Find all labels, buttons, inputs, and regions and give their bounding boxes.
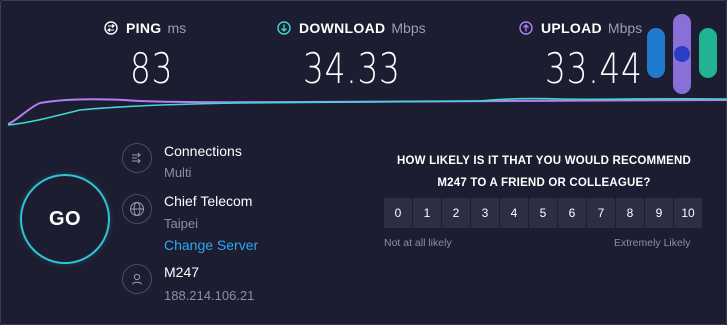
server-name: Chief Telecom <box>164 193 253 209</box>
upload-metric: UPLOAD Mbps 33.44 <box>519 18 643 93</box>
connections-mode: Multi <box>164 165 192 180</box>
upload-unit: Mbps <box>607 20 643 36</box>
user-icon <box>122 264 152 294</box>
survey-question-line-2: M247 TO A FRIEND OR COLLEAGUE? <box>437 177 651 189</box>
rating-button-3[interactable]: 3 <box>471 198 499 228</box>
rating-button-4[interactable]: 4 <box>500 198 528 228</box>
globe-icon <box>122 194 152 224</box>
survey-question: HOW LIKELY IS IT THAT YOU WOULD RECOMMEN… <box>384 150 704 194</box>
server-location: Taipei <box>164 216 198 231</box>
upload-label: UPLOAD <box>541 20 602 36</box>
rating-button-8[interactable]: 8 <box>616 198 644 228</box>
download-icon <box>277 21 291 35</box>
speed-graph <box>7 97 727 126</box>
isp-name: M247 <box>164 264 200 280</box>
upload-graph-line <box>7 98 727 125</box>
rating-button-5[interactable]: 5 <box>529 198 557 228</box>
rating-button-7[interactable]: 7 <box>587 198 615 228</box>
rating-button-2[interactable]: 2 <box>442 198 470 228</box>
rating-button-1[interactable]: 1 <box>413 198 441 228</box>
ping-label: PING <box>126 20 162 36</box>
rating-button-0[interactable]: 0 <box>384 198 412 228</box>
download-graph-line <box>7 97 727 126</box>
isp-logo <box>647 14 717 94</box>
ping-icon <box>104 21 118 35</box>
go-button[interactable]: GO <box>20 174 110 264</box>
download-unit: Mbps <box>391 20 426 36</box>
rating-button-6[interactable]: 6 <box>558 198 586 228</box>
download-metric: DOWNLOAD Mbps 34.33 <box>277 18 426 93</box>
user-ip: 188.214.106.21 <box>164 288 255 303</box>
rating-high-label: Extremely Likely <box>614 237 691 249</box>
change-server-link[interactable]: Change Server <box>164 237 258 253</box>
ping-unit: ms <box>167 20 187 36</box>
connections-icon <box>122 143 152 173</box>
rating-button-10[interactable]: 10 <box>674 198 702 228</box>
ping-metric: PING ms 83 <box>104 18 187 93</box>
upload-icon <box>519 21 533 35</box>
rating-low-label: Not at all likely <box>384 237 452 249</box>
connections-title: Connections <box>164 143 242 159</box>
rating-button-9[interactable]: 9 <box>645 198 673 228</box>
download-label: DOWNLOAD <box>299 20 386 36</box>
rating-scale: 0 1 2 3 4 5 6 7 8 9 10 <box>384 198 702 228</box>
survey-question-line-1: HOW LIKELY IS IT THAT YOU WOULD RECOMMEN… <box>397 155 691 167</box>
